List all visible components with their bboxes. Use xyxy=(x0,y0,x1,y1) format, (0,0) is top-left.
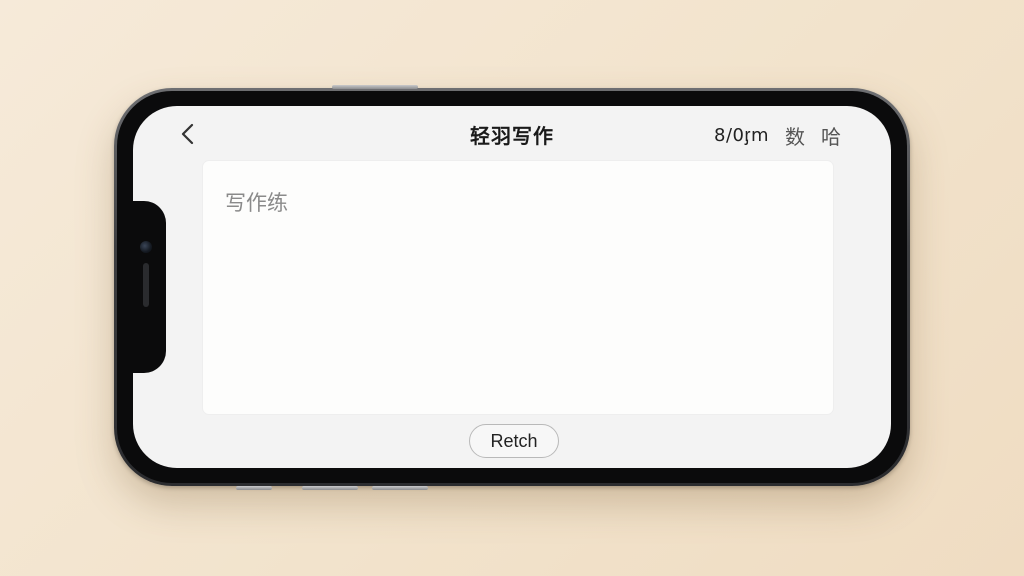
notch xyxy=(130,201,166,373)
volume-down-button xyxy=(372,486,428,490)
header-actions: 8/0ᶉm 数 哈 xyxy=(714,121,841,150)
front-camera xyxy=(140,241,152,253)
phone-frame: 轻羽写作 8/0ᶉm 数 哈 Retch xyxy=(114,85,910,490)
word-count: 8/0ᶉm xyxy=(714,125,769,146)
mute-switch xyxy=(236,486,272,490)
earpiece-speaker xyxy=(143,263,149,307)
stats-button[interactable]: 数 xyxy=(785,121,805,150)
volume-up-button xyxy=(302,486,358,490)
app-screen: 轻羽写作 8/0ᶉm 数 哈 Retch xyxy=(133,106,891,468)
more-button[interactable]: 哈 xyxy=(821,121,841,150)
phone-bezel: 轻羽写作 8/0ᶉm 数 哈 Retch xyxy=(117,91,907,483)
retch-button[interactable]: Retch xyxy=(469,424,559,458)
writing-input[interactable] xyxy=(203,161,833,414)
app-header: 轻羽写作 8/0ᶉm 数 哈 xyxy=(133,106,891,162)
power-button xyxy=(332,85,418,89)
